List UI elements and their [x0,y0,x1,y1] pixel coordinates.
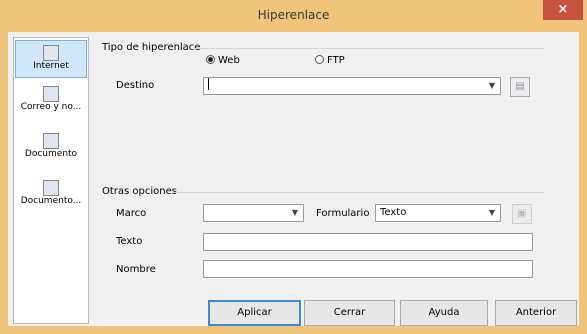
sidebar-item-label: Correo y no... [20,102,82,112]
sidebar-item-label: Documento [24,149,78,159]
radio-ftp[interactable]: FTP [315,55,345,66]
browse-icon: ▤ [515,81,525,92]
text-field[interactable] [203,233,533,251]
sidebar-item-label: Documento... [20,196,82,206]
form-combobox[interactable]: Texto ▼ [375,204,501,222]
other-options-separator [172,192,544,193]
hyperlink-type-heading: Tipo de hiperenlace [102,42,201,53]
other-options-heading: Otras opciones [102,186,177,197]
window-title: Hiperenlace [257,8,330,22]
document-icon [43,133,59,149]
destination-combobox[interactable]: ▼ [203,77,501,95]
chevron-down-icon[interactable]: ▼ [288,206,302,220]
close-window-button[interactable]: × [543,0,583,20]
chevron-down-icon[interactable]: ▼ [485,206,499,220]
back-button[interactable]: Anterior [495,300,577,326]
apply-button[interactable]: Aplicar [208,300,301,326]
frame-combobox[interactable]: ▼ [203,204,304,222]
new-document-icon [43,180,59,196]
hyperlink-category-list: Internet Correo y no... Documento Docume… [13,37,89,324]
radio-web[interactable]: Web [206,55,240,66]
hyperlink-type-separator [194,48,544,49]
frame-label: Marco [116,208,147,219]
sidebar-item-mail[interactable]: Correo y no... [14,86,88,112]
radio-web-label: Web [218,55,240,66]
name-label: Nombre [116,264,156,275]
help-button[interactable]: Ayuda [400,300,488,326]
radio-ftp-label: FTP [327,55,345,66]
form-label: Formulario [316,208,370,219]
form-value: Texto [380,207,407,218]
text-cursor [208,78,209,90]
chevron-down-icon[interactable]: ▼ [485,79,499,93]
events-button[interactable]: ▣ [512,204,532,224]
sidebar-item-label: Internet [33,61,69,71]
sidebar-item-internet[interactable]: Internet [15,40,87,78]
sidebar-item-document[interactable]: Documento [14,133,88,159]
radio-web-indicator[interactable] [206,55,215,64]
open-web-browser-button[interactable]: ▤ [510,77,530,97]
close-icon: × [557,2,569,17]
close-button[interactable]: Cerrar [304,300,395,326]
destination-label: Destino [116,80,155,91]
name-field[interactable] [203,260,533,278]
events-icon: ▣ [517,208,527,219]
dialog-body: Internet Correo y no... Documento Docume… [8,32,579,326]
mail-icon [43,86,59,102]
text-label: Texto [116,236,143,247]
radio-ftp-indicator[interactable] [315,55,324,64]
title-bar[interactable]: Hiperenlace × [0,0,587,32]
hyperlink-dialog: Hiperenlace × Internet Correo y no... Do… [0,0,587,334]
sidebar-item-new-document[interactable]: Documento... [14,180,88,206]
globe-icon [43,45,59,61]
